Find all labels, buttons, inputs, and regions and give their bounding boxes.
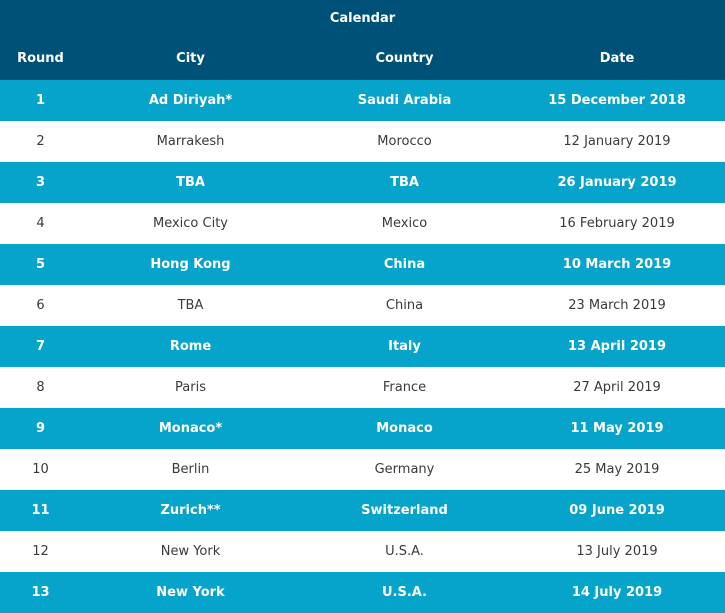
cell-round: 9 xyxy=(35,421,46,436)
cell-round: 8 xyxy=(36,380,45,395)
cell-round: 10 xyxy=(32,462,49,477)
table-row: 8 Paris France 27 April 2019 xyxy=(0,367,725,408)
cell-date: 13 July 2019 xyxy=(576,544,658,559)
cell-date: 15 December 2018 xyxy=(548,93,686,108)
cell-date: 11 May 2019 xyxy=(570,421,664,436)
table-header-row: Round City Country Date xyxy=(0,36,725,80)
cell-date: 09 June 2019 xyxy=(569,503,665,518)
cell-date: 16 February 2019 xyxy=(559,216,675,231)
header-round: Round xyxy=(17,50,64,66)
table-row: 5 Hong Kong China 10 March 2019 xyxy=(0,244,725,285)
cell-city: Berlin xyxy=(171,462,210,477)
table-row: 6 TBA China 23 March 2019 xyxy=(0,285,725,326)
cell-round: 13 xyxy=(31,585,50,600)
cell-date: 26 January 2019 xyxy=(557,175,677,190)
header-city: City xyxy=(176,50,205,66)
cell-country: Saudi Arabia xyxy=(357,93,452,108)
cell-country: Switzerland xyxy=(361,503,448,518)
cell-round: 5 xyxy=(35,257,46,272)
cell-country: Germany xyxy=(374,462,435,477)
cell-date: 27 April 2019 xyxy=(573,380,661,395)
cell-round: 1 xyxy=(35,93,46,108)
table-row: 1 Ad Diriyah* Saudi Arabia 15 December 2018 xyxy=(0,80,725,121)
cell-country: Mexico xyxy=(381,216,428,231)
cell-city: Paris xyxy=(175,380,206,395)
cell-city: New York xyxy=(160,544,221,559)
cell-country: TBA xyxy=(390,175,419,190)
header-date: Date xyxy=(599,50,635,66)
cell-country: China xyxy=(383,257,426,272)
cell-country: China xyxy=(385,298,424,313)
table-row: 2 Marrakesh Morocco 12 January 2019 xyxy=(0,121,725,162)
cell-date: 12 January 2019 xyxy=(563,134,671,149)
table-row: 10 Berlin Germany 25 May 2019 xyxy=(0,449,725,490)
table-row: 4 Mexico City Mexico 16 February 2019 xyxy=(0,203,725,244)
calendar-table: Calendar Round City Country Date 1 Ad Dir… xyxy=(0,0,725,613)
table-row: 9 Monaco* Monaco 11 May 2019 xyxy=(0,408,725,449)
table-row: 3 TBA TBA 26 January 2019 xyxy=(0,162,725,203)
cell-country: Morocco xyxy=(377,134,432,149)
cell-date: 10 March 2019 xyxy=(562,257,672,272)
cell-date: 25 May 2019 xyxy=(574,462,660,477)
table-row: 11 Zurich** Switzerland 09 June 2019 xyxy=(0,490,725,531)
cell-country: Italy xyxy=(388,339,421,354)
cell-city: New York xyxy=(156,585,225,600)
table-row: 7 Rome Italy 13 April 2019 xyxy=(0,326,725,367)
cell-city: Zurich** xyxy=(160,503,221,518)
cell-city: Mexico City xyxy=(152,216,228,231)
table-row: 13 New York U.S.A. 14 July 2019 xyxy=(0,572,725,613)
cell-country: U.S.A. xyxy=(381,585,428,600)
cell-city: TBA xyxy=(177,298,204,313)
cell-round: 4 xyxy=(36,216,45,231)
cell-round: 7 xyxy=(35,339,46,354)
cell-country: France xyxy=(382,380,427,395)
cell-date: 23 March 2019 xyxy=(568,298,666,313)
cell-round: 12 xyxy=(32,544,49,559)
cell-country: Monaco xyxy=(376,421,433,436)
cell-round: 6 xyxy=(36,298,45,313)
table-row: 12 New York U.S.A. 13 July 2019 xyxy=(0,531,725,572)
table-body: 1 Ad Diriyah* Saudi Arabia 15 December 2018… xyxy=(0,80,725,613)
cell-city: Rome xyxy=(169,339,212,354)
cell-round: 11 xyxy=(31,503,50,518)
cell-date: 13 April 2019 xyxy=(567,339,666,354)
cell-city: Marrakesh xyxy=(156,134,225,149)
cell-city: Ad Diriyah* xyxy=(148,93,233,108)
cell-city: TBA xyxy=(176,175,205,190)
cell-city: Hong Kong xyxy=(150,257,231,272)
table-title: Calendar xyxy=(0,0,725,36)
cell-round: 3 xyxy=(35,175,46,190)
cell-country: U.S.A. xyxy=(385,544,424,559)
cell-date: 14 July 2019 xyxy=(571,585,663,600)
header-country: Country xyxy=(375,50,434,66)
cell-city: Monaco* xyxy=(158,421,223,436)
cell-round: 2 xyxy=(36,134,45,149)
